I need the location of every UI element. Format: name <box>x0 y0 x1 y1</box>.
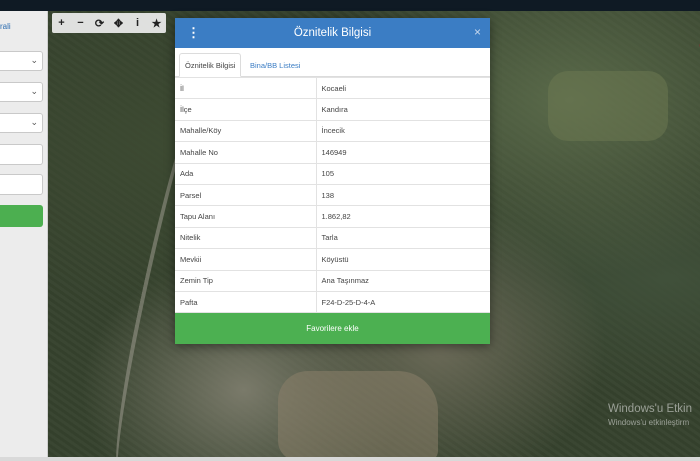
top-bar <box>0 0 700 11</box>
attribute-key: Tapu Alanı <box>175 205 317 228</box>
attribute-value: 146949 <box>316 141 490 164</box>
table-row: Zemin Tip Ana Taşınmaz <box>175 269 490 292</box>
map-field <box>278 371 438 461</box>
zoom-in-icon[interactable]: + <box>52 13 71 33</box>
attribute-value: Tarla <box>316 226 490 249</box>
table-row: İl Kocaeli <box>175 76 490 99</box>
attribute-value: Ana Taşınmaz <box>316 269 490 292</box>
table-row: Mevkii Köyüstü <box>175 248 490 271</box>
chevron-down-icon: ⌄ <box>30 117 38 127</box>
sidebar-select-2[interactable]: ⌄ <box>0 82 43 102</box>
close-icon[interactable]: × <box>474 25 481 39</box>
attribute-key: Nitelik <box>175 226 317 249</box>
table-row: Ada 105 <box>175 162 490 185</box>
sidebar-query-button[interactable] <box>0 205 43 227</box>
modal-header: ⋮ Öznitelik Bilgisi × <box>175 18 490 48</box>
map-toolbar: + − ⟳ ✥ i ★ <box>52 13 166 33</box>
attribute-table: İl Kocaeli İlçe Kandıra Mahalle/Köy İncecik Ma… <box>175 76 490 314</box>
tab-building-list[interactable]: Bina/BB Listesi <box>245 53 305 77</box>
info-icon[interactable]: i <box>128 13 147 33</box>
add-to-favorites-button[interactable]: Favorilere ekle <box>175 313 490 344</box>
attribute-value: Kandıra <box>316 98 490 121</box>
modal-tabs: Öznitelik Bilgisi Bina/BB Listesi <box>175 48 490 77</box>
table-row: Mahalle No 146949 <box>175 141 490 164</box>
watermark-line-2: Windows'u etkinleştirm <box>608 418 690 427</box>
table-row: Pafta F24-D-25-D-4-A <box>175 290 490 314</box>
star-icon[interactable]: ★ <box>147 13 166 33</box>
attribute-key: Mahalle No <box>175 141 317 164</box>
left-sidebar: rali ⌄ ⌄ ⌄ <box>0 11 48 457</box>
sidebar-link[interactable]: rali <box>0 22 11 31</box>
bottom-bar <box>0 457 700 461</box>
attribute-value: F24-D-25-D-4-A <box>316 290 490 314</box>
attribute-value: Köyüstü <box>316 248 490 271</box>
table-row: Parsel 138 <box>175 183 490 206</box>
attribute-key: Pafta <box>175 290 317 314</box>
attribute-key: Ada <box>175 162 317 185</box>
attribute-value: İncecik <box>316 119 490 142</box>
chevron-down-icon: ⌄ <box>30 55 38 65</box>
table-row: İlçe Kandıra <box>175 98 490 121</box>
attribute-key: Mevkii <box>175 248 317 271</box>
tab-attribute-info[interactable]: Öznitelik Bilgisi <box>179 53 242 77</box>
locate-icon[interactable]: ✥ <box>109 13 128 33</box>
sidebar-select-3[interactable]: ⌄ <box>0 113 43 133</box>
sidebar-select-1[interactable]: ⌄ <box>0 51 43 71</box>
sidebar-input-1[interactable] <box>0 144 43 165</box>
sidebar-input-2[interactable] <box>0 174 43 195</box>
chevron-down-icon: ⌄ <box>30 86 38 96</box>
attribute-value: 1.862,82 <box>316 205 490 228</box>
table-row: Nitelik Tarla <box>175 226 490 249</box>
attribute-key: İlçe <box>175 98 317 121</box>
zoom-out-icon[interactable]: − <box>71 13 90 33</box>
attribute-key: İl <box>175 76 317 99</box>
table-row: Mahalle/Köy İncecik <box>175 119 490 142</box>
attribute-value: 138 <box>316 183 490 206</box>
attribute-value: Kocaeli <box>316 76 490 99</box>
modal-title: Öznitelik Bilgisi <box>293 27 372 39</box>
menu-kebab-icon[interactable]: ⋮ <box>187 26 200 40</box>
attribute-modal: ⋮ Öznitelik Bilgisi × Öznitelik Bilgisi … <box>175 18 490 344</box>
map-field <box>548 71 668 141</box>
table-row: Tapu Alanı 1.862,82 <box>175 205 490 228</box>
attribute-value: 105 <box>316 162 490 185</box>
windows-activation-watermark: Windows'u Etkin Windows'u etkinleştirm <box>608 403 692 427</box>
attribute-key: Parsel <box>175 183 317 206</box>
attribute-key: Zemin Tip <box>175 269 317 292</box>
watermark-line-1: Windows'u Etkin <box>608 403 693 415</box>
attribute-key: Mahalle/Köy <box>175 119 317 142</box>
refresh-icon[interactable]: ⟳ <box>90 13 109 33</box>
